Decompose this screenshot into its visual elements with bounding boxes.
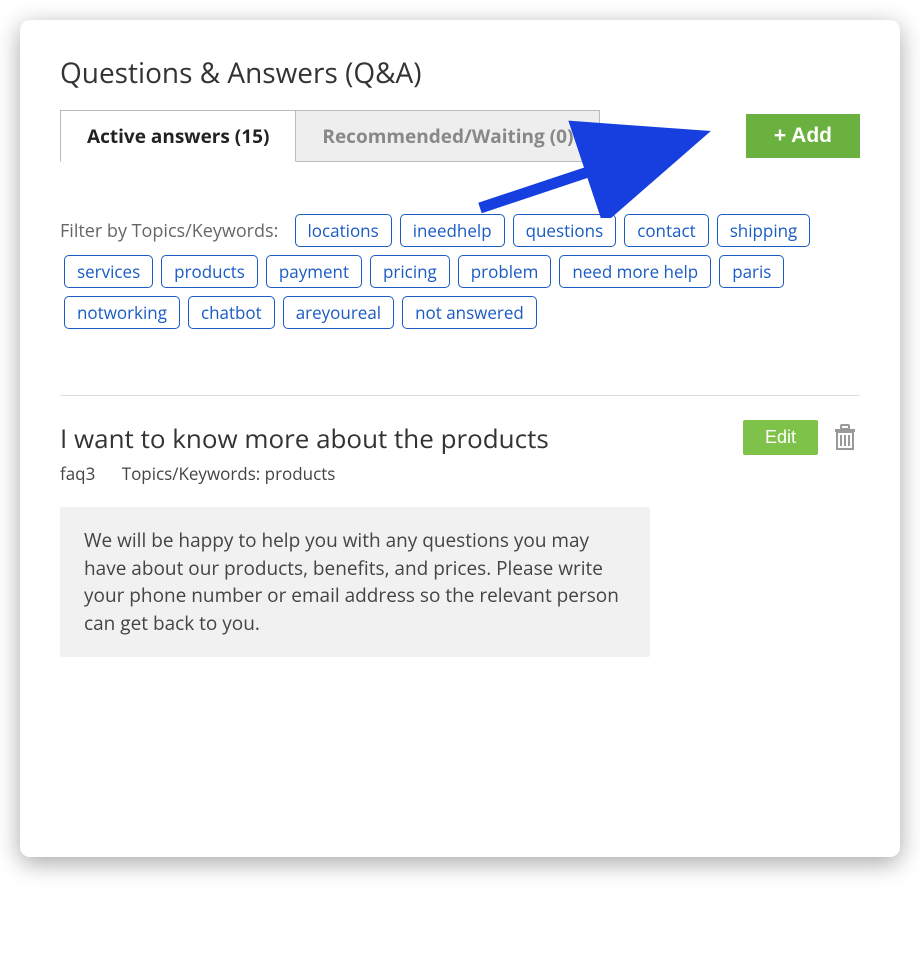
qa-item-title: I want to know more about the products <box>60 420 731 456</box>
tab-active-label: Active answers (15) <box>87 123 269 149</box>
topic-chip[interactable]: shipping <box>717 214 811 247</box>
edit-button[interactable]: Edit <box>743 420 818 455</box>
topic-chip[interactable]: chatbot <box>188 296 275 329</box>
qa-item-id: faq3 <box>60 462 95 485</box>
topic-chip[interactable]: ineedhelp <box>400 214 505 247</box>
topic-chip[interactable]: locations <box>295 214 392 247</box>
topic-chip[interactable]: need more help <box>559 255 711 288</box>
qa-item-answer: We will be happy to help you with any qu… <box>60 507 650 657</box>
topic-chip[interactable]: services <box>64 255 153 288</box>
edit-button-label: Edit <box>765 427 796 447</box>
add-button-label: + Add <box>774 124 832 147</box>
tab-active-answers[interactable]: Active answers (15) <box>60 110 296 162</box>
qa-item-meta: faq3 Topics/Keywords: products <box>60 462 860 485</box>
tabs-row: Active answers (15) Recommended/Waiting … <box>60 110 860 162</box>
qa-item-header: I want to know more about the products E… <box>60 420 860 456</box>
add-button[interactable]: + Add <box>746 114 860 158</box>
topic-chip[interactable]: problem <box>458 255 552 288</box>
qa-item-topics: Topics/Keywords: products <box>122 462 336 485</box>
divider <box>60 395 860 396</box>
topic-chip[interactable]: products <box>161 255 258 288</box>
trash-icon <box>833 423 857 451</box>
topic-chip[interactable]: pricing <box>370 255 450 288</box>
tab-recommended-waiting[interactable]: Recommended/Waiting (0) <box>296 110 600 162</box>
filter-section: Filter by Topics/Keywords: locationsinee… <box>60 210 860 333</box>
topic-chip[interactable]: paris <box>719 255 784 288</box>
topic-chip[interactable]: contact <box>624 214 709 247</box>
page-title: Questions & Answers (Q&A) <box>60 54 860 92</box>
qa-item: I want to know more about the products E… <box>60 420 860 657</box>
topic-chip[interactable]: areyoureal <box>283 296 394 329</box>
topic-chip[interactable]: not answered <box>402 296 537 329</box>
qa-panel: Questions & Answers (Q&A) Active answers… <box>20 20 900 857</box>
topic-chip[interactable]: payment <box>266 255 362 288</box>
topic-chip[interactable]: notworking <box>64 296 180 329</box>
topic-chip[interactable]: questions <box>513 214 617 247</box>
delete-button[interactable] <box>830 420 860 454</box>
tab-recommended-label: Recommended/Waiting (0) <box>322 123 573 149</box>
filter-label: Filter by Topics/Keywords: <box>60 219 278 243</box>
